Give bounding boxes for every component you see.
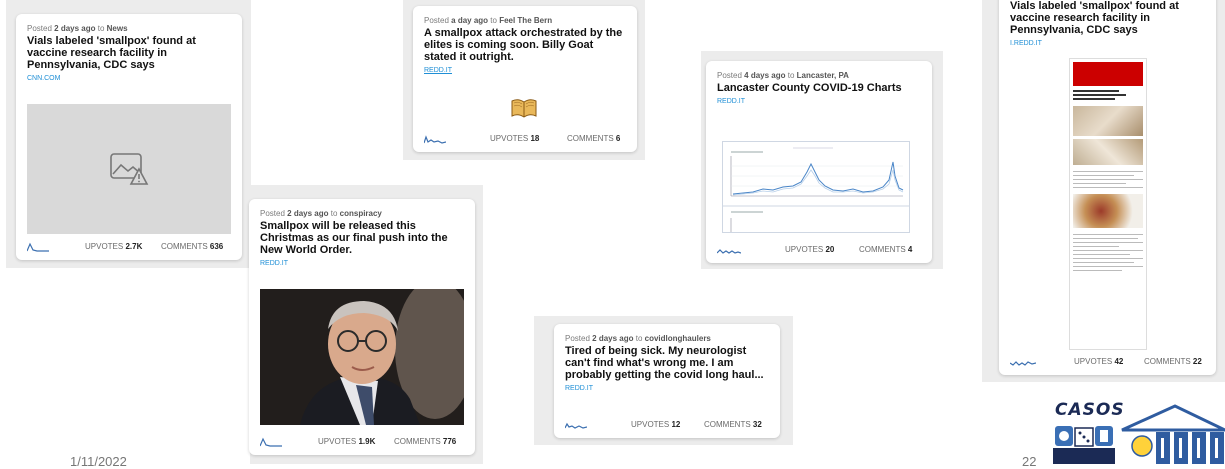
post-domain[interactable]: REDD.IT bbox=[565, 385, 769, 392]
subreddit-link[interactable]: News bbox=[107, 24, 128, 33]
portrait-graphic bbox=[260, 289, 464, 425]
sparkline-icon bbox=[565, 422, 587, 429]
sparkline-icon bbox=[260, 437, 282, 447]
sparkline-icon bbox=[424, 135, 446, 144]
subreddit-link[interactable]: covidlonghaulers bbox=[645, 334, 711, 343]
sparkline-icon bbox=[1010, 361, 1036, 366]
post-meta: Posted a day ago to Feel The Bern bbox=[424, 16, 553, 25]
subreddit-link[interactable]: Lancaster, PA bbox=[797, 71, 849, 80]
post-card-conspiracy[interactable]: Posted 2 days ago to conspiracy Smallpox… bbox=[249, 199, 475, 455]
post-domain[interactable]: CNN.COM bbox=[27, 75, 231, 82]
slide-number: 22 bbox=[1022, 454, 1037, 469]
virus-photo bbox=[1073, 194, 1143, 228]
post-footer: UPVOTES 12 COMMENTS 32 bbox=[565, 416, 769, 430]
upvotes-count: UPVOTES 18 bbox=[490, 134, 540, 143]
slide-date: 1/11/2022 bbox=[70, 454, 127, 469]
covid-chart-thumbnail[interactable] bbox=[722, 141, 910, 233]
post-title[interactable]: A smallpox attack orchestrated by the el… bbox=[424, 27, 626, 63]
post-meta: Posted 2 days ago to conspiracy bbox=[260, 209, 382, 218]
upvotes-count: UPVOTES 42 bbox=[1074, 357, 1124, 366]
comments-count[interactable]: COMMENTS 776 bbox=[394, 437, 456, 446]
post-title[interactable]: Lancaster County COVID-19 Charts bbox=[717, 82, 921, 94]
post-meta: Posted 2 days ago to News bbox=[27, 24, 128, 33]
post-domain[interactable]: REDD.IT bbox=[260, 260, 464, 267]
casos-logo-graphic bbox=[1053, 426, 1115, 464]
post-meta: Posted 2 days ago to covidlonghaulers bbox=[565, 334, 711, 343]
comments-count[interactable]: COMMENTS 32 bbox=[704, 420, 762, 429]
comments-count[interactable]: COMMENTS 636 bbox=[161, 242, 223, 251]
upvotes-count: UPVOTES 2.7K bbox=[85, 242, 143, 251]
post-footer: UPVOTES 1.9K COMMENTS 776 bbox=[260, 433, 464, 447]
comments-count[interactable]: COMMENTS 6 bbox=[567, 134, 620, 143]
post-title[interactable]: Tired of being sick. My neurologist can'… bbox=[565, 345, 769, 381]
upvotes-count: UPVOTES 1.9K bbox=[318, 437, 376, 446]
broken-image-placeholder bbox=[27, 104, 231, 234]
post-card-lancaster[interactable]: Posted 4 days ago to Lancaster, PA Lanca… bbox=[706, 61, 932, 263]
post-title[interactable]: Vials labeled 'smallpox' found at vaccin… bbox=[27, 35, 231, 71]
upvotes-count: UPVOTES 12 bbox=[631, 420, 681, 429]
post-card-feelthebern[interactable]: Posted a day ago to Feel The Bern A smal… bbox=[413, 6, 637, 152]
post-domain[interactable]: REDD.IT bbox=[424, 67, 626, 74]
casos-logo: CASOS bbox=[1053, 400, 1124, 464]
post-footer: UPVOTES 2.7K COMMENTS 636 bbox=[27, 238, 231, 252]
subreddit-link[interactable]: conspiracy bbox=[340, 209, 382, 218]
post-footer: UPVOTES 18 COMMENTS 6 bbox=[424, 130, 626, 144]
sparkline-icon bbox=[27, 242, 49, 252]
post-card-cnn[interactable]: Posted 2 days ago to News Vials labeled … bbox=[16, 14, 242, 260]
post-card-covidlonghaulers[interactable]: Posted 2 days ago to covidlonghaulers Ti… bbox=[554, 324, 780, 438]
broken-image-icon bbox=[110, 153, 149, 185]
post-title[interactable]: Smallpox will be released this Christmas… bbox=[260, 220, 464, 256]
vials-photo-1 bbox=[1073, 106, 1143, 136]
post-title[interactable]: Vials labeled 'smallpox' found at vaccin… bbox=[1010, 0, 1205, 36]
upvotes-count: UPVOTES 20 bbox=[785, 245, 835, 254]
ideas-logo-graphic bbox=[1121, 404, 1225, 464]
casos-logo-text: CASOS bbox=[1055, 400, 1125, 420]
post-card-ireddit[interactable]: Vials labeled 'smallpox' found at vaccin… bbox=[999, 0, 1216, 375]
vials-photo-2 bbox=[1073, 139, 1143, 165]
bill-gates-photo[interactable] bbox=[260, 289, 464, 425]
post-footer: UPVOTES 42 COMMENTS 22 bbox=[1010, 353, 1205, 367]
cnn-header-bar bbox=[1073, 62, 1143, 86]
ideas-logo bbox=[1120, 404, 1225, 464]
article-screenshot[interactable] bbox=[1069, 58, 1147, 350]
post-meta: Posted 4 days ago to Lancaster, PA bbox=[717, 71, 849, 80]
subreddit-link[interactable]: Feel The Bern bbox=[499, 16, 552, 25]
post-domain[interactable]: REDD.IT bbox=[717, 98, 921, 105]
comments-count[interactable]: COMMENTS 4 bbox=[859, 245, 912, 254]
post-footer: UPVOTES 20 COMMENTS 4 bbox=[717, 241, 921, 255]
covid-chart-graphic bbox=[723, 142, 909, 232]
post-domain[interactable]: I.REDD.IT bbox=[1010, 40, 1205, 47]
book-icon bbox=[511, 99, 537, 118]
comments-count[interactable]: COMMENTS 22 bbox=[1144, 357, 1202, 366]
sparkline-icon bbox=[717, 249, 741, 254]
